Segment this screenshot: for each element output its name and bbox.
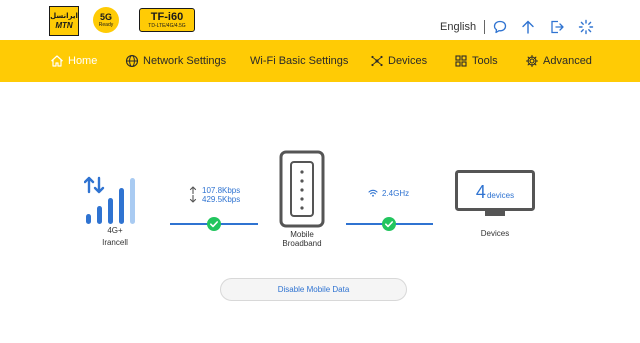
nav-home[interactable]: Home	[50, 40, 97, 82]
signal-bar-5	[130, 178, 135, 224]
devices-count-display: 4devices	[455, 182, 535, 203]
network-type: 4G+	[107, 226, 123, 235]
devices-count: 4	[475, 182, 486, 202]
model-name: TF-i60	[150, 10, 184, 23]
signal-bar-3	[108, 198, 113, 224]
devices-icon	[371, 55, 383, 67]
mtn-irancell-logo: ایرانسل MTN	[49, 6, 79, 36]
operator-name: Irancell	[102, 238, 128, 247]
router-label-line1: Mobile	[290, 230, 314, 239]
logo-ready-text: Ready	[98, 21, 114, 28]
router-label-line2: Broadband	[282, 239, 322, 248]
signal-bar-4	[119, 188, 124, 224]
signal-bar-1	[86, 214, 91, 224]
nav-home-label: Home	[68, 55, 98, 67]
main-nav: Home Network Settings Wi-Fi Basic Settin…	[0, 40, 640, 82]
download-speed: 429.5Kbps	[202, 195, 241, 204]
nav-advanced-label: Advanced	[543, 55, 592, 67]
wan-connected-check-icon	[207, 217, 221, 231]
chat-icon[interactable]	[492, 19, 508, 35]
nav-network-settings[interactable]: Network Settings	[125, 40, 226, 82]
home-icon	[51, 55, 63, 67]
nav-tools-label: Tools	[472, 55, 498, 67]
wifi-connected-check-icon	[382, 217, 396, 231]
download-arrow-icon	[189, 195, 197, 203]
nav-tools[interactable]: Tools	[454, 40, 498, 82]
globe-icon	[125, 54, 139, 68]
5g-ready-logo: 5G Ready	[93, 7, 119, 33]
upload-arrow-icon	[189, 186, 197, 194]
gear-icon	[525, 54, 539, 68]
logo-fa-text: ایرانسل	[50, 13, 78, 20]
nav-wifi-basic-settings-label: Wi-Fi Basic Settings	[250, 55, 349, 67]
signal-bar-2	[97, 206, 102, 224]
wifi-band: 2.4GHz	[382, 189, 410, 198]
disable-mobile-data-button[interactable]: Disable Mobile Data	[220, 278, 407, 301]
loading-icon	[578, 19, 594, 35]
nav-wifi-basic-settings[interactable]: Wi-Fi Basic Settings	[250, 40, 348, 82]
devices-unit: devices	[486, 191, 515, 200]
wifi-icon	[368, 189, 378, 197]
tools-icon	[455, 55, 467, 67]
upload-icon[interactable]	[520, 19, 536, 35]
devices-label: Devices	[480, 229, 510, 238]
model-logo: TF-i60 TD-LTE/4G/4.5G	[139, 8, 195, 32]
logo-en-text: MTN	[55, 21, 73, 30]
signal-strength-icon	[84, 176, 135, 224]
logout-icon[interactable]	[549, 19, 565, 35]
header: ایرانسل MTN 5G Ready TF-i60 TD-LTE/4G/4.…	[0, 0, 640, 40]
nav-devices[interactable]: Devices	[370, 40, 427, 82]
logo-5g-text: 5G	[99, 11, 112, 22]
nav-advanced[interactable]: Advanced	[525, 40, 592, 82]
nav-devices-label: Devices	[388, 55, 428, 67]
model-tech: TD-LTE/4G/4.5G	[148, 22, 186, 29]
upload-speed: 107.8Kbps	[202, 186, 241, 195]
devices-monitor[interactable]: 4devices	[455, 170, 535, 218]
language-selector[interactable]: English	[440, 21, 476, 33]
nav-network-settings-label: Network Settings	[143, 55, 227, 67]
header-divider	[484, 20, 485, 34]
router-device-icon	[279, 150, 325, 228]
